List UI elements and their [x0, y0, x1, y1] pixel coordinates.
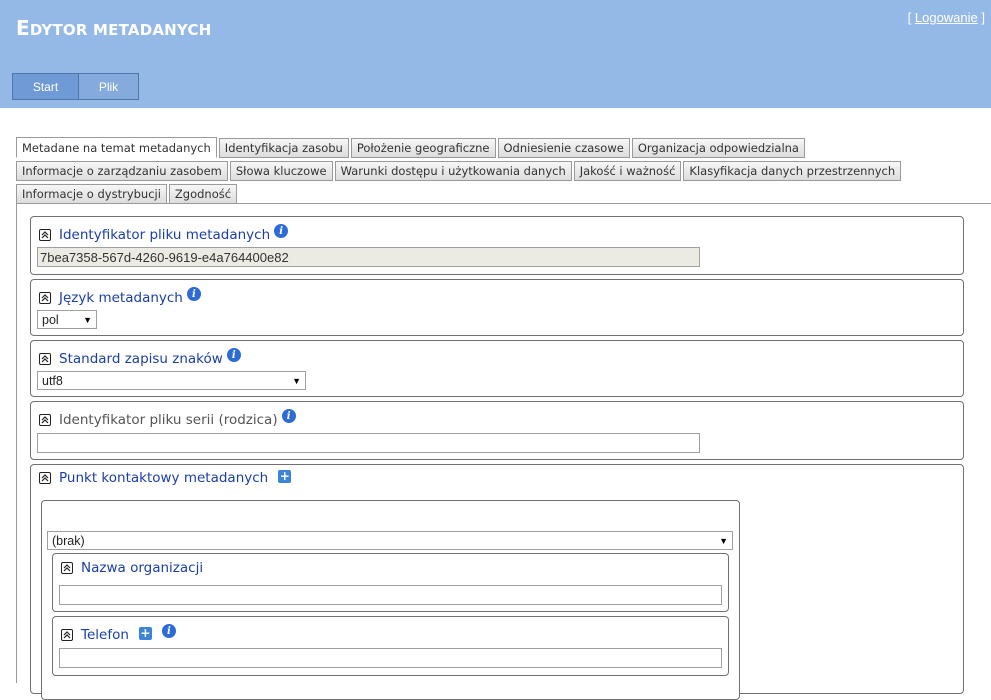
panel-parent-head: Identyfikator pliku serii (rodzica) i [39, 409, 296, 428]
login-bracket-close: ] [977, 10, 985, 25]
collapse-icon[interactable] [39, 229, 51, 241]
tab-geographic-location[interactable]: Położenie geograficzne [350, 138, 496, 158]
language-select[interactable]: pol ▼ [37, 310, 97, 329]
charset-label: Standard zapisu znaków [59, 351, 223, 367]
tab-conformity[interactable]: Zgodność [168, 184, 238, 204]
info-icon[interactable]: i [281, 409, 296, 423]
info-icon[interactable]: i [274, 224, 289, 238]
collapse-icon[interactable] [61, 562, 73, 574]
main-menu: Start Plik [12, 73, 139, 100]
dropdown-arrow-icon: ▼ [292, 375, 301, 386]
tab-keywords[interactable]: Słowa kluczowe [229, 161, 333, 181]
panel-contact-point: Punkt kontaktowy metadanych + (brak) ▼ N… [30, 464, 964, 700]
app-header: EDYTOR METADANYCH [ Logowanie ] Start Pl… [0, 0, 991, 108]
panel-organization-name: Nazwa organizacji [52, 553, 729, 612]
add-phone-icon[interactable]: + [138, 626, 152, 640]
login-bracket-open: [ [907, 10, 915, 25]
panel-phone-head: Telefon + i [61, 624, 176, 643]
tab-spatial-data-classification[interactable]: Klasyfikacja danych przestrzennych [683, 161, 902, 181]
language-select-value: pol [42, 312, 59, 327]
panel-org-head: Nazwa organizacji [61, 560, 203, 576]
panel-file-identifier-head: Identyfikator pliku metadanych i [39, 224, 289, 243]
contact-select-value: (brak) [52, 533, 85, 548]
tab-resource-identification[interactable]: Identyfikacja zasobu [218, 138, 349, 158]
tab-responsible-organization[interactable]: Organizacja odpowiedzialna [631, 138, 805, 158]
parent-identifier-label: Identyfikator pliku serii (rodzica) [59, 412, 278, 428]
tab-row-3: Informacje o dystrybucji Zgodność [16, 182, 976, 205]
tab-bar: Metadane na temat metadanych Identyfikac… [16, 136, 976, 205]
tab-quality-validity[interactable]: Jakość i ważność [573, 161, 682, 181]
panel-charset: Standard zapisu znaków i utf8 ▼ [30, 340, 964, 397]
login-area: [ Logowanie ] [908, 10, 985, 25]
phone-label: Telefon [81, 627, 129, 643]
tab-content: Identyfikator pliku metadanych i 7bea735… [16, 203, 991, 700]
tab-distribution-info[interactable]: Informacje o dystrybucji [16, 184, 167, 204]
info-icon[interactable]: i [161, 624, 176, 638]
contact-point-label: Punkt kontaktowy metadanych [59, 470, 269, 486]
charset-select-value: utf8 [42, 373, 63, 388]
dropdown-arrow-icon: ▼ [719, 535, 728, 546]
panel-contact-head: Punkt kontaktowy metadanych + [39, 469, 292, 486]
tab-access-conditions[interactable]: Warunki dostępu i użytkowania danych [334, 161, 572, 181]
panel-language-head: Język metadanych i [39, 287, 201, 306]
collapse-icon[interactable] [39, 292, 51, 304]
file-identifier-label: Identyfikator pliku metadanych [59, 227, 271, 243]
organization-name-label: Nazwa organizacji [81, 560, 204, 576]
charset-select[interactable]: utf8 ▼ [37, 371, 306, 390]
panel-metadata-language: Język metadanych i pol ▼ [30, 279, 964, 336]
menu-file-button[interactable]: Plik [79, 73, 139, 100]
contact-select[interactable]: (brak) ▼ [47, 531, 733, 550]
info-icon[interactable]: i [226, 348, 241, 362]
tab-temporal-reference[interactable]: Odniesienie czasowe [497, 138, 630, 158]
app-title-rest: DYTOR METADANYCH [29, 21, 212, 39]
info-icon[interactable]: i [186, 287, 201, 301]
contact-subpanel: (brak) ▼ Nazwa organizacji Telefon + i [41, 500, 740, 700]
panel-file-identifier: Identyfikator pliku metadanych i 7bea735… [30, 216, 964, 275]
panel-phone: Telefon + i [52, 616, 729, 676]
collapse-icon[interactable] [61, 629, 73, 641]
login-link[interactable]: Logowanie [915, 10, 978, 25]
menu-start-button[interactable]: Start [12, 73, 79, 100]
tab-metadata-about-metadata[interactable]: Metadane na temat metadanych [16, 137, 217, 158]
add-contact-icon[interactable]: + [278, 469, 292, 483]
collapse-icon[interactable] [39, 414, 51, 426]
parent-identifier-field[interactable] [37, 433, 700, 453]
dropdown-arrow-icon: ▼ [83, 314, 92, 325]
phone-field[interactable] [59, 648, 722, 668]
collapse-icon[interactable] [39, 353, 51, 365]
tab-row-1: Metadane na temat metadanych Identyfikac… [16, 136, 976, 159]
tab-row-2: Informacje o zarządzaniu zasobem Słowa k… [16, 159, 976, 182]
tab-resource-management[interactable]: Informacje o zarządzaniu zasobem [16, 161, 228, 181]
collapse-icon[interactable] [39, 472, 51, 484]
app-title-initial: E [16, 16, 30, 40]
organization-name-field[interactable] [59, 585, 722, 605]
app-title: EDYTOR METADANYCH [16, 16, 211, 40]
file-identifier-field[interactable]: 7bea7358-567d-4260-9619-e4a764400e82 [37, 247, 700, 267]
language-label: Język metadanych [59, 290, 183, 306]
panel-charset-head: Standard zapisu znaków i [39, 348, 241, 367]
panel-parent-identifier: Identyfikator pliku serii (rodzica) i [30, 401, 964, 460]
